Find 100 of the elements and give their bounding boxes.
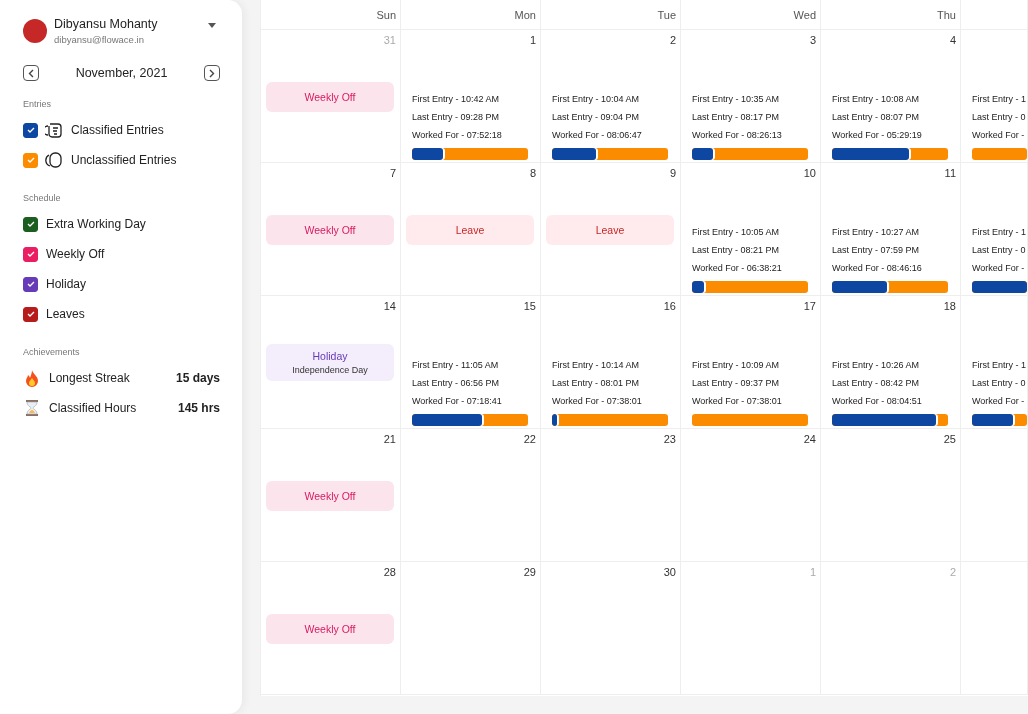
entry-text: Worked For - 07:38:01 <box>692 395 783 408</box>
date-number: 1 <box>529 34 536 48</box>
date-number: 29 <box>523 566 536 580</box>
entry-text: First Entry - 1 <box>972 359 1027 372</box>
date-number: 14 <box>383 300 396 314</box>
date-number: 9 <box>669 167 676 181</box>
stat-value: 15 days <box>175 371 220 385</box>
entry-text: Last Entry - 08:42 PM <box>832 377 921 390</box>
stacked-cards-icon <box>45 121 63 139</box>
entry-text: Last Entry - 08:21 PM <box>692 244 781 257</box>
date-number: 21 <box>383 433 396 447</box>
entry-text: Last Entry - 08:01 PM <box>552 377 641 390</box>
weekday-label: Thu <box>937 8 956 21</box>
checkmark-icon <box>26 157 35 163</box>
entry-text: First Entry - 1 <box>972 93 1027 106</box>
entry-text: Worked For - 08:06:47 <box>552 129 643 142</box>
filter-label: Unclassified Entries <box>71 153 177 167</box>
date-number: 28 <box>383 566 396 580</box>
entry-text: Last Entry - 0 <box>972 111 1027 124</box>
checkmark-icon <box>26 127 35 133</box>
weekly-off-tag: Weekly Off <box>266 613 394 644</box>
entry-text: First Entry - 10:26 AM <box>832 359 921 372</box>
leave-tag: Leave <box>546 214 674 245</box>
entry-text: Last Entry - 0 <box>972 377 1027 390</box>
date-number: 4 <box>949 34 956 48</box>
checkbox[interactable] <box>23 122 38 138</box>
entry-text: First Entry - 10:27 AM <box>832 226 921 239</box>
event-detail: Independence Day <box>291 365 369 375</box>
entry-text: First Entry - 10:35 AM <box>692 93 781 106</box>
checkmark-icon <box>26 281 35 287</box>
date-number: 18 <box>943 300 956 314</box>
entry-text: Worked For - <box>972 129 1026 142</box>
filter-label: Leaves <box>46 307 85 321</box>
weekly-off-tag: Weekly Off <box>266 214 394 245</box>
checkmark-icon <box>26 311 35 317</box>
date-number: 30 <box>663 566 676 580</box>
weekday-label: Sun <box>376 8 396 21</box>
entry-text: First Entry - 10:14 AM <box>552 359 641 372</box>
weekday-label: Wed <box>793 8 816 21</box>
user-name: Dibyansu Mohanty <box>54 17 159 31</box>
hourglass-icon <box>23 399 41 417</box>
checkbox[interactable] <box>23 216 38 232</box>
entry-text: Worked For - 06:38:21 <box>692 262 783 275</box>
entry-text: First Entry - 10:05 AM <box>692 226 781 239</box>
entry-text: Last Entry - 06:56 PM <box>412 377 501 390</box>
section-title: Schedule <box>23 193 62 203</box>
user-email: dibyansu@flowace.in <box>54 34 145 45</box>
checkmark-icon <box>26 251 35 257</box>
entry-text: Worked For - 05:29:19 <box>832 129 923 142</box>
date-number: 31 <box>383 34 396 48</box>
date-number: 15 <box>523 300 536 314</box>
next-month-icon <box>209 68 215 78</box>
entry-text: Worked For - <box>972 262 1026 275</box>
stat-label: Classified Hours <box>49 401 138 415</box>
weekday-label: Mon <box>514 8 536 21</box>
previous-month-icon <box>28 68 34 78</box>
section-title: Entries <box>23 99 52 109</box>
date-number: 11 <box>944 167 956 181</box>
weekly-off-tag: Weekly Off <box>266 480 394 511</box>
date-number: 16 <box>663 300 676 314</box>
entry-text: Worked For - 07:18:41 <box>412 395 503 408</box>
stat-value: 145 hrs <box>177 401 220 415</box>
entry-text: Worked For - 08:46:16 <box>832 262 923 275</box>
weekday-label: Tue <box>657 8 676 21</box>
filter-label: Classified Entries <box>71 123 164 137</box>
date-number: 17 <box>803 300 816 314</box>
flame-icon <box>23 369 41 387</box>
entry-text: Worked For - <box>972 395 1026 408</box>
next-month-button[interactable] <box>204 65 220 81</box>
caret-icon <box>208 22 216 28</box>
checkbox[interactable] <box>23 306 38 322</box>
entry-text: Last Entry - 08:17 PM <box>692 111 781 124</box>
entry-text: Worked For - 07:38:01 <box>552 395 643 408</box>
date-number: 2 <box>949 566 956 580</box>
date-number: 24 <box>803 433 816 447</box>
entry-text: First Entry - 10:08 AM <box>832 93 921 106</box>
entry-text: Last Entry - 07:59 PM <box>832 244 921 257</box>
avatar <box>23 19 47 43</box>
checkbox[interactable] <box>23 152 38 168</box>
entry-text: Last Entry - 0 <box>972 244 1027 257</box>
event-title: Holiday <box>311 350 349 362</box>
stacked-shapes-icon <box>45 151 63 169</box>
entry-text: Last Entry - 09:28 PM <box>412 111 501 124</box>
entry-text: Worked For - 08:26:13 <box>692 129 783 142</box>
checkbox[interactable] <box>23 276 38 292</box>
entry-text: First Entry - 10:04 AM <box>552 93 641 106</box>
date-number: 1 <box>809 566 816 580</box>
dropdown-button[interactable] <box>206 20 218 30</box>
checkbox[interactable] <box>23 246 38 262</box>
entry-text: First Entry - 10:42 AM <box>412 93 501 106</box>
date-number: 10 <box>803 167 816 181</box>
date-number: 25 <box>943 433 956 447</box>
checkmark-icon <box>26 221 35 227</box>
filter-label: Extra Working Day <box>46 217 146 231</box>
leave-tag: Leave <box>406 214 534 245</box>
previous-month-button[interactable] <box>23 65 39 81</box>
filter-label: Holiday <box>46 277 87 291</box>
weekly-off-tag: Weekly Off <box>266 81 394 112</box>
entry-text: Worked For - 08:04:51 <box>832 395 923 408</box>
date-number: 8 <box>529 167 536 181</box>
